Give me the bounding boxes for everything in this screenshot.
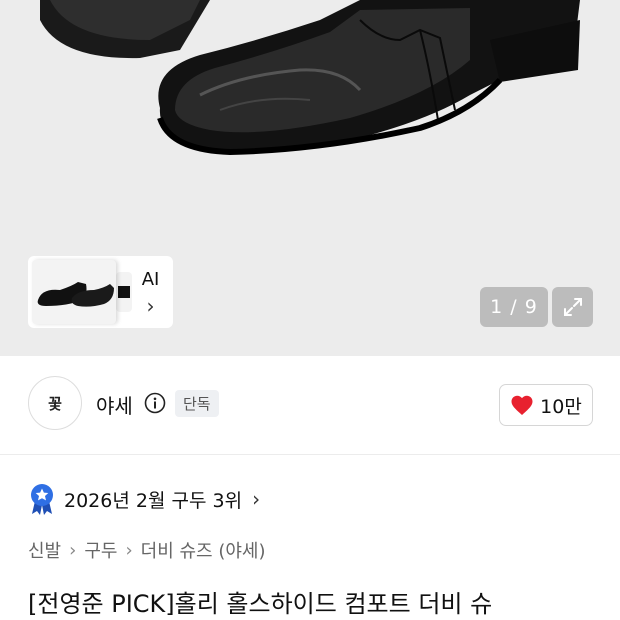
expand-button[interactable] (552, 287, 593, 327)
breadcrumb-item[interactable]: 신발 (28, 537, 61, 563)
ai-thumbnail (116, 272, 132, 312)
ranking-link[interactable]: 2026년 2월 구두 3위 › (28, 482, 260, 516)
chevron-right-icon: › (125, 539, 133, 561)
brand-logo[interactable]: 꽃 (28, 376, 82, 430)
info-icon[interactable] (144, 392, 166, 414)
ai-label: AI (141, 268, 160, 290)
chevron-right-icon: › (252, 487, 261, 511)
chevron-right-icon: › (69, 539, 77, 561)
breadcrumb: 신발 › 구두 › 더비 슈즈 (야세) (28, 537, 266, 563)
ai-thumbnail (32, 260, 116, 324)
ranking-text: 2026년 2월 구두 3위 (64, 489, 243, 512)
product-image-gallery[interactable]: AI › 1 / 9 (0, 0, 620, 356)
heart-icon (511, 395, 533, 415)
expand-icon (563, 298, 582, 316)
ai-similar-card[interactable]: AI › (28, 256, 173, 328)
brand-row: 꽃 야세 단독 10만 (0, 376, 620, 434)
like-button[interactable]: 10만 (499, 384, 593, 426)
image-counter: 1 / 9 (480, 287, 548, 327)
brand-name[interactable]: 야세 (96, 390, 133, 419)
product-title: [전영준 PICK]홀리 홀스하이드 컴포트 더비 슈 (28, 590, 493, 618)
exclusive-badge: 단독 (175, 390, 219, 417)
breadcrumb-item[interactable]: 구두 (84, 537, 117, 563)
ai-thumbnails (32, 260, 132, 324)
rank-badge-icon (31, 484, 53, 515)
like-count: 10만 (540, 395, 582, 418)
breadcrumb-item[interactable]: 더비 슈즈 (야세) (141, 537, 266, 563)
chevron-right-icon: › (146, 293, 155, 318)
divider (0, 454, 620, 455)
